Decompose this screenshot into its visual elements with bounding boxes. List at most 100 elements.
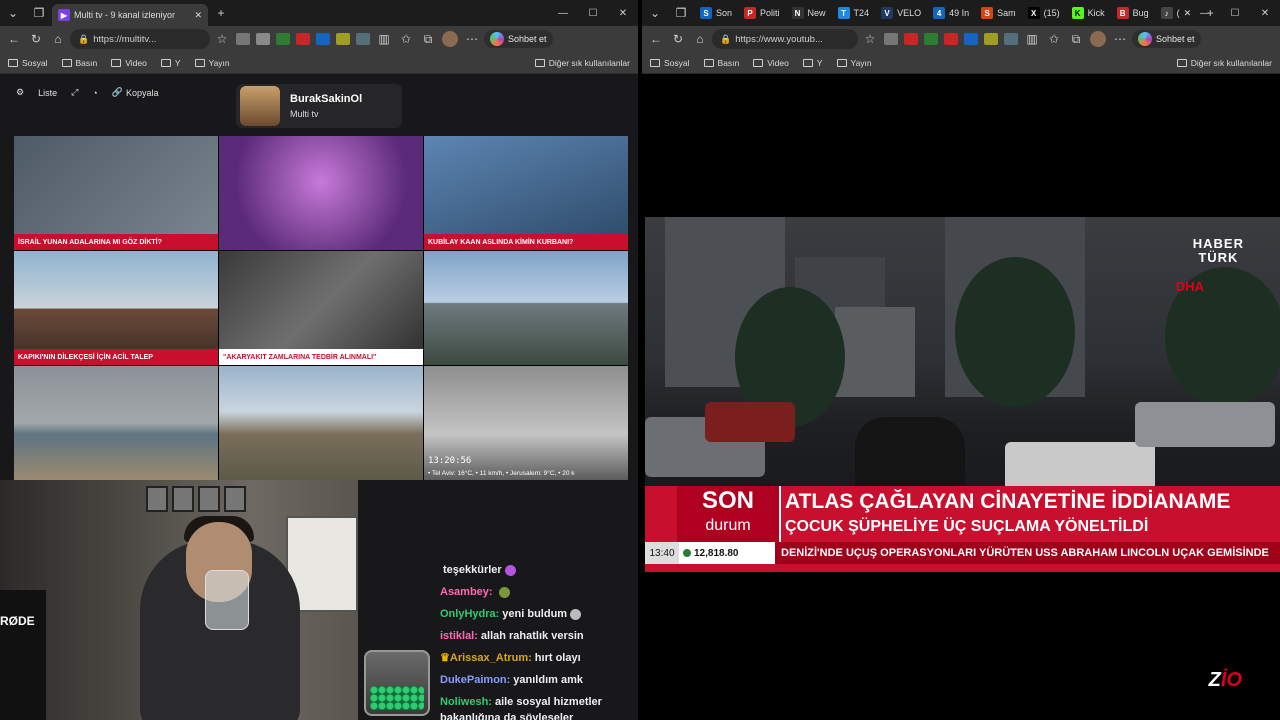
refresh-icon[interactable]: ↻ <box>668 29 688 49</box>
maximize-icon[interactable]: ☐ <box>578 0 608 26</box>
close-tab-icon[interactable]: ✕ <box>194 10 202 21</box>
back-icon[interactable]: ← <box>4 29 24 49</box>
favorite-star-icon[interactable]: ☆ <box>212 29 232 49</box>
more-icon[interactable]: ⋯ <box>1110 29 1130 49</box>
split-screen-icon[interactable]: ▥ <box>1022 29 1042 49</box>
maximize-icon[interactable]: ☐ <box>1220 0 1250 26</box>
profile-avatar[interactable] <box>1088 29 1108 49</box>
extension-icon[interactable] <box>924 33 938 45</box>
copilot-button[interactable]: Sohbet et <box>1132 30 1201 48</box>
tab[interactable]: N New <box>786 2 832 24</box>
bookmark-folder[interactable]: Yayın <box>194 58 230 68</box>
workspaces-icon[interactable]: ❐ <box>668 0 694 26</box>
tab[interactable]: K Kick <box>1066 2 1111 24</box>
folder-icon <box>534 58 545 67</box>
home-icon[interactable]: ⌂ <box>690 29 710 49</box>
close-window-icon[interactable]: ✕ <box>608 0 638 26</box>
fullscreen-button[interactable]: ⤢ <box>67 84 82 101</box>
workspaces-icon[interactable]: ❐ <box>26 0 52 26</box>
profile-avatar[interactable] <box>440 29 460 49</box>
chat-username: Noliwesh: <box>440 696 492 708</box>
minimize-icon[interactable]: — <box>1190 0 1220 26</box>
collections-icon[interactable]: ⧉ <box>1066 29 1086 49</box>
bookmark-folder[interactable]: Sosyal <box>8 58 48 68</box>
other-bookmarks-folder[interactable]: Diğer sık kullanılanlar <box>1176 58 1272 68</box>
stream-tile[interactable] <box>219 366 423 480</box>
close-window-icon[interactable]: ✕ <box>1250 0 1280 26</box>
home-icon[interactable]: ⌂ <box>48 29 68 49</box>
stream-tile[interactable] <box>14 366 218 480</box>
extension-icon[interactable] <box>944 33 958 45</box>
tab[interactable]: V VELO <box>875 2 927 24</box>
tab[interactable]: S Son <box>694 2 738 24</box>
extension-icon[interactable] <box>236 33 250 45</box>
bookmark-folder[interactable]: Basın <box>703 58 739 68</box>
extension-icon[interactable] <box>904 33 918 45</box>
stream-tile[interactable] <box>219 136 423 250</box>
address-bar-row: ← ↻ ⌂ 🔒 https://www.youtub... ☆ ▥ ✩ ⧉ ⋯ … <box>642 26 1280 52</box>
bookmark-folder[interactable]: Basın <box>61 58 97 68</box>
split-screen-icon[interactable]: ▥ <box>374 29 394 49</box>
favorites-icon[interactable]: ✩ <box>396 29 416 49</box>
stream-tile[interactable]: 13:20:56 • Tel Aviv: 16°C, • 11 km/h, • … <box>424 366 628 480</box>
dha-logo: DHA <box>1175 279 1204 294</box>
extension-icon[interactable] <box>256 33 270 45</box>
extension-icon[interactable] <box>1004 33 1018 45</box>
tab[interactable]: B Bug <box>1111 2 1155 24</box>
window-controls: — ☐ ✕ <box>548 0 638 26</box>
bookmark-folder[interactable]: Y <box>802 58 823 68</box>
channel-subtitle: Multi tv <box>290 109 319 119</box>
tab[interactable]: P Politi <box>738 2 786 24</box>
url-field[interactable]: 🔒 https://www.youtub... <box>712 29 858 49</box>
bookmark-folder[interactable]: Video <box>111 58 147 68</box>
chat-message: istiklal: allah rahatlık versin <box>440 628 630 644</box>
bookmark-folder[interactable]: Video <box>753 58 789 68</box>
channel-card[interactable]: BurakSakinOl Multi tv <box>236 84 402 128</box>
new-tab-icon[interactable]: + <box>208 0 234 26</box>
bookmark-label: Diğer sık kullanılanlar <box>548 57 630 68</box>
other-bookmarks-folder[interactable]: Diğer sık kullanılanlar <box>534 57 630 68</box>
bookmark-folder[interactable]: Y <box>160 58 181 68</box>
stream-tile[interactable] <box>424 251 628 365</box>
tab[interactable]: X (15) <box>1022 2 1066 24</box>
refresh-icon[interactable]: ↻ <box>26 29 46 49</box>
copy-link-button[interactable]: 🔗 Kopyala <box>108 84 163 101</box>
extension-icon[interactable] <box>984 33 998 45</box>
stream-tile[interactable]: "AKARYAKIT ZAMLARINA TEDBİR ALINMALI" <box>219 251 423 365</box>
list-button[interactable]: Liste <box>34 85 61 101</box>
extension-icon[interactable] <box>356 33 370 45</box>
collections-icon[interactable]: ⧉ <box>418 29 438 49</box>
microphone <box>0 590 46 720</box>
sync-button[interactable]: ◔ <box>88 85 101 101</box>
extension-icon[interactable] <box>336 33 350 45</box>
more-icon[interactable]: ⋯ <box>462 29 482 49</box>
tab-actions-chevron-icon[interactable]: ⌄ <box>642 0 668 26</box>
tab-actions-chevron-icon[interactable]: ⌄ <box>0 0 26 26</box>
tab[interactable]: T T24 <box>832 2 876 24</box>
extension-icon[interactable] <box>276 33 290 45</box>
extension-icon[interactable] <box>296 33 310 45</box>
favorites-icon[interactable]: ✩ <box>1044 29 1064 49</box>
folder-icon <box>1176 58 1187 67</box>
tab[interactable]: S Sam <box>975 2 1022 24</box>
extension-icon[interactable] <box>884 33 898 45</box>
stream-tile[interactable]: KUBİLAY KAAN ASLINDA KİMİN KURBANI? <box>424 136 628 250</box>
extension-icon[interactable] <box>964 33 978 45</box>
url-field[interactable]: 🔒 https://multitv... <box>70 29 210 49</box>
bookmark-folder[interactable]: Yayın <box>836 58 872 68</box>
bookmark-label: Sosyal <box>664 57 690 68</box>
tab-multitv[interactable]: ▶ Multi tv - 9 kanal izleniyor ✕ <box>52 4 208 26</box>
ticker-crawl: DENİZİ'NDE UÇUŞ OPERASYONLARI YÜRÜTEN US… <box>781 547 1269 559</box>
settings-button[interactable]: ⚙ <box>12 84 28 101</box>
minimize-icon[interactable]: — <box>548 0 578 26</box>
copilot-label: Sohbet et <box>508 34 547 44</box>
folder-icon <box>753 58 764 67</box>
back-icon[interactable]: ← <box>646 29 666 49</box>
favorite-star-icon[interactable]: ☆ <box>860 29 880 49</box>
bookmark-folder[interactable]: Sosyal <box>650 58 690 68</box>
stream-tile[interactable]: İSRAİL YUNAN ADALARINA MI GÖZ DİKTİ? <box>14 136 218 250</box>
stream-tile[interactable]: KAPIKI'NIN DİLEKÇESİ İÇİN ACİL TALEP <box>14 251 218 365</box>
copilot-button[interactable]: Sohbet et <box>484 30 553 48</box>
extension-icon[interactable] <box>316 33 330 45</box>
tab[interactable]: 4 49 In <box>927 2 975 24</box>
